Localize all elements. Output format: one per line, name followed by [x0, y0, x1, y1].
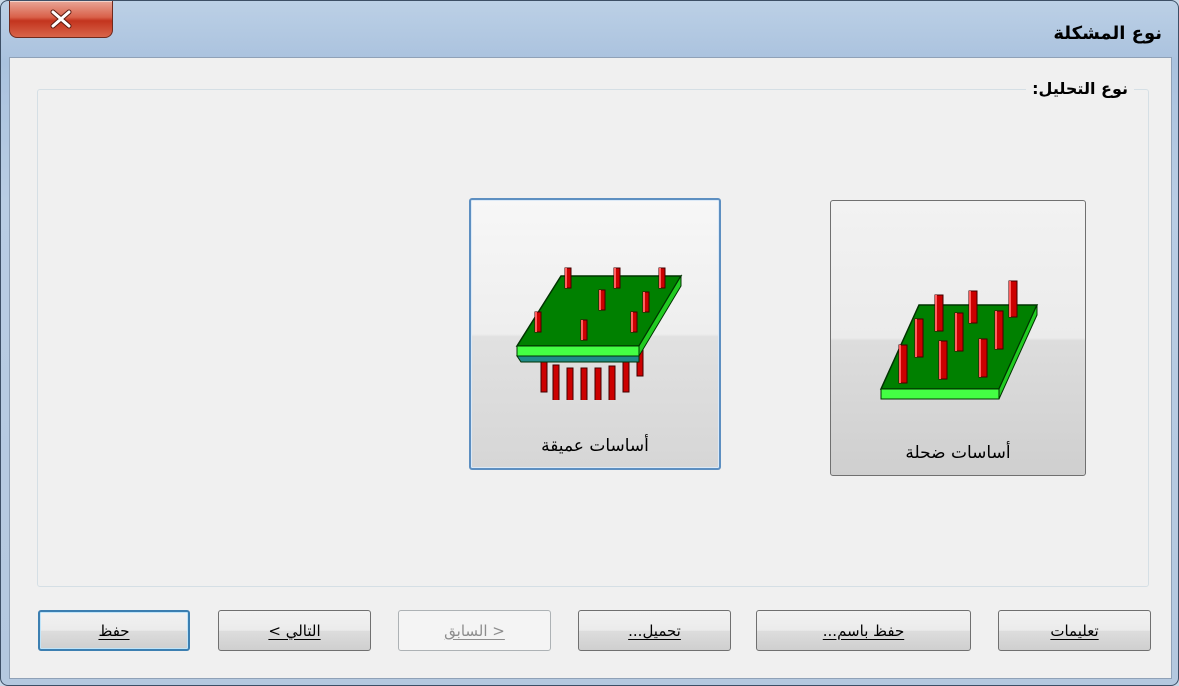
- deep-foundation-option[interactable]: أساسات عميقة: [469, 198, 721, 470]
- deep-foundation-label: أساسات عميقة: [541, 436, 649, 456]
- dialog-window: نوع المشكلة نوع التحليل: أساسات عميقة أس…: [0, 0, 1179, 686]
- save-button[interactable]: حفظ: [38, 610, 190, 651]
- analysis-type-group: نوع التحليل: أساسات عميقة أساسات ضحلة: [37, 79, 1149, 587]
- shallow-foundation-option[interactable]: أساسات ضحلة: [830, 200, 1086, 476]
- close-button[interactable]: [9, 1, 113, 38]
- help-button[interactable]: تعليمات: [998, 610, 1151, 651]
- deep-foundation-icon: [515, 267, 683, 400]
- close-icon: [50, 9, 72, 29]
- previous-button[interactable]: < السابق: [398, 610, 551, 651]
- save-as-button[interactable]: حفظ باسم...: [756, 610, 971, 651]
- next-button[interactable]: التالي >: [218, 610, 371, 651]
- load-button[interactable]: تحميل...: [578, 610, 731, 651]
- group-label: نوع التحليل:: [1026, 79, 1134, 98]
- shallow-foundation-label: أساسات ضحلة: [905, 443, 1011, 463]
- shallow-foundation-icon: [879, 280, 1039, 400]
- dialog-client-area: نوع التحليل: أساسات عميقة أساسات ضحلة حف…: [9, 57, 1172, 679]
- title-bar: نوع المشكلة: [1, 1, 1178, 57]
- window-title: نوع المشكلة: [1053, 23, 1162, 44]
